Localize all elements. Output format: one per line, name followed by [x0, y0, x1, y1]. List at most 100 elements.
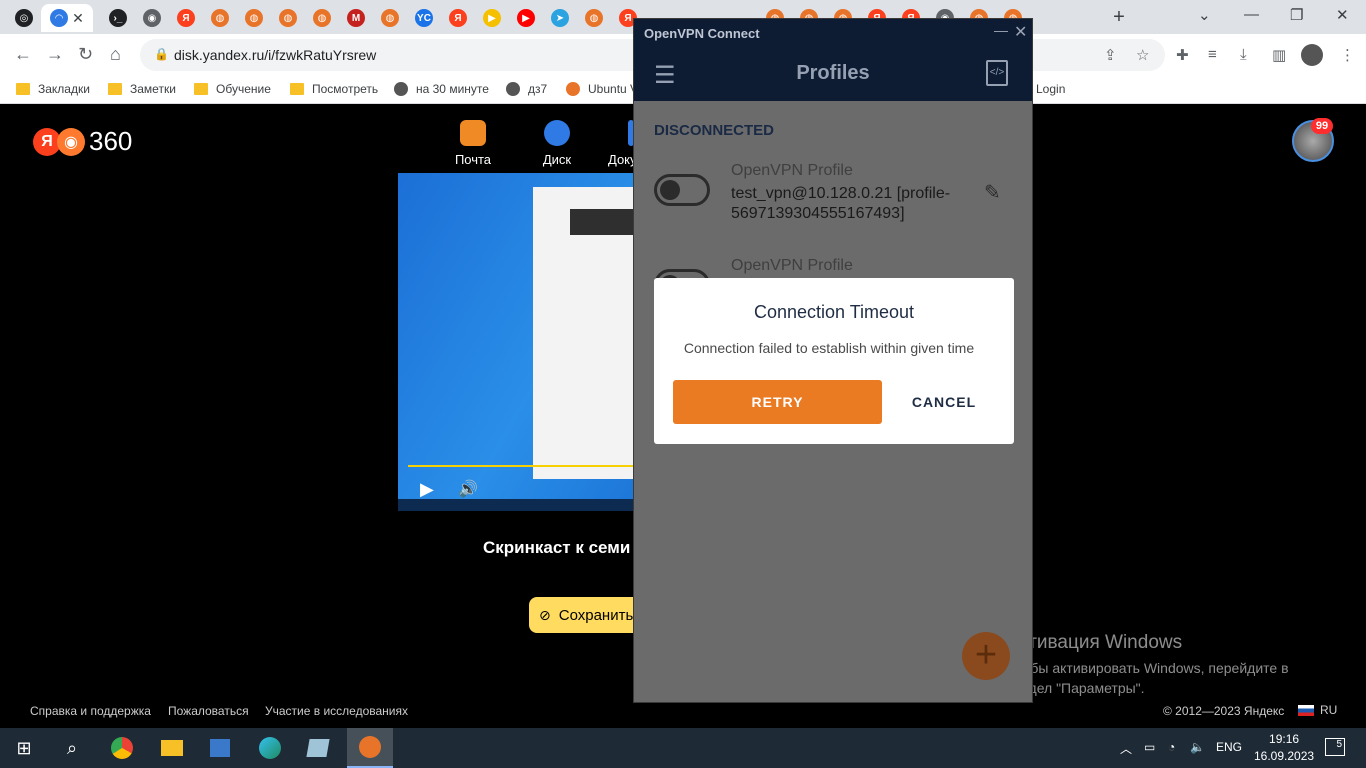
- new-tab-button[interactable]: +: [1106, 5, 1132, 29]
- share-icon[interactable]: ⇪: [1104, 46, 1117, 64]
- toggle-knob: [660, 180, 680, 200]
- youtube-tab[interactable]: ▶: [509, 4, 543, 32]
- footer-link-report[interactable]: Пожаловаться: [168, 704, 249, 718]
- profile-avatar[interactable]: [1301, 44, 1323, 66]
- yandex-tab[interactable]: Я: [441, 4, 475, 32]
- bookmark-item[interactable]: Заметки: [108, 82, 176, 96]
- retry-button[interactable]: RETRY: [673, 380, 882, 424]
- openai-tab[interactable]: ◎: [7, 4, 41, 32]
- footer-link-help[interactable]: Справка и поддержка: [30, 704, 151, 718]
- yandex-favicon-icon: Я: [177, 9, 195, 27]
- close-tab-icon[interactable]: ✕: [72, 10, 84, 27]
- profile-toggle[interactable]: [654, 174, 710, 206]
- video-player[interactable]: ▶ 🔊: [398, 173, 634, 511]
- openvpn-favicon-icon: ◍: [211, 9, 229, 27]
- input-language[interactable]: ENG: [1216, 740, 1242, 754]
- terminal-tab[interactable]: ›_: [101, 4, 135, 32]
- gmail-tab[interactable]: M: [339, 4, 373, 32]
- bookmark-item[interactable]: Ubuntu V: [566, 82, 638, 96]
- bookmark-item[interactable]: Закладки: [16, 82, 90, 96]
- openvpn-tab[interactable]: ◍: [577, 4, 611, 32]
- bookmark-item[interactable]: дз7: [506, 82, 547, 96]
- network-app-icon[interactable]: [206, 734, 234, 762]
- volume-tray-icon[interactable]: 🔈: [1190, 740, 1205, 754]
- search-icon[interactable]: ⌕: [58, 734, 86, 762]
- reload-icon[interactable]: ↻: [78, 44, 93, 65]
- save-button[interactable]: ⊘ Сохранить: [529, 597, 639, 633]
- yc-tab[interactable]: YC: [407, 4, 441, 32]
- telegram-favicon-icon: ➤: [551, 9, 569, 27]
- close-window-icon[interactable]: ✕: [1336, 6, 1349, 24]
- openvpn-tab[interactable]: ◍: [203, 4, 237, 32]
- tab-search-icon[interactable]: ⌄: [1198, 6, 1211, 24]
- openvpn-titlebar[interactable]: OpenVPN Connect — ✕: [634, 19, 1032, 47]
- russia-flag-icon: [1298, 704, 1314, 716]
- openvpn-favicon-icon: ◍: [279, 9, 297, 27]
- extensions-icon[interactable]: ✚: [1176, 46, 1189, 64]
- windows-start-icon[interactable]: ⊞: [10, 734, 38, 762]
- openai-favicon-icon: ◎: [15, 9, 33, 27]
- app-icon[interactable]: [304, 734, 332, 762]
- openvpn-taskbar-icon[interactable]: [347, 728, 393, 768]
- side-panel-icon[interactable]: ▥: [1272, 46, 1286, 64]
- yandex-tab[interactable]: Я: [169, 4, 203, 32]
- profile-description: test_vpn@10.128.0.21 [profile-5697139304…: [731, 185, 951, 222]
- connection-timeout-dialog: Connection Timeout Connection failed to …: [654, 278, 1014, 444]
- openvpn-favicon-icon: ◍: [313, 9, 331, 27]
- service-mail[interactable]: Почта: [443, 120, 503, 167]
- folder-icon: [194, 83, 208, 95]
- openvpn-tab[interactable]: ◍: [237, 4, 271, 32]
- url-text[interactable]: disk.yandex.ru/i/fzwkRatuYrsrew: [174, 47, 376, 63]
- globe-tab[interactable]: ◉: [135, 4, 169, 32]
- bookmark-item[interactable]: на 30 минуте: [394, 82, 489, 96]
- restore-icon[interactable]: ❐: [1290, 6, 1303, 24]
- folder-icon: [16, 83, 30, 95]
- connection-status: DISCONNECTED: [654, 122, 775, 139]
- battery-icon[interactable]: ▭: [1144, 740, 1155, 754]
- language-switcher[interactable]: RU: [1298, 703, 1337, 717]
- service-disk[interactable]: Диск: [527, 120, 587, 167]
- yandex-disk-tab[interactable]: ◠ ✕: [41, 4, 93, 32]
- bookmark-login[interactable]: Login: [1036, 82, 1065, 96]
- menu-dots-icon[interactable]: ⋮: [1340, 46, 1355, 64]
- notification-center-icon[interactable]: 5: [1325, 738, 1345, 756]
- play-icon[interactable]: ▶: [420, 479, 434, 500]
- add-profile-button[interactable]: +: [962, 632, 1010, 680]
- edge-icon[interactable]: [256, 734, 284, 762]
- gmail-favicon-icon: M: [347, 9, 365, 27]
- openvpn-minimize-icon[interactable]: —: [994, 22, 1008, 38]
- bookmark-item[interactable]: Посмотреть: [290, 82, 378, 96]
- yandex-music-tab[interactable]: ▶: [475, 4, 509, 32]
- back-icon[interactable]: ←: [14, 44, 32, 65]
- openvpn-tab[interactable]: ◍: [305, 4, 339, 32]
- bookmark-item[interactable]: Обучение: [194, 82, 271, 96]
- service-docs[interactable]: Доку: [600, 120, 633, 167]
- video-progress-bar[interactable]: [408, 465, 634, 467]
- import-profile-icon[interactable]: </>: [986, 60, 1008, 86]
- openvpn-close-icon[interactable]: ✕: [1014, 22, 1027, 42]
- footer-link-research[interactable]: Участие в исследованиях: [265, 704, 408, 718]
- openvpn-tab[interactable]: ◍: [271, 4, 305, 32]
- clock[interactable]: 19:16 16.09.2023: [1254, 731, 1314, 765]
- network-icon[interactable]: ◔: [1168, 740, 1175, 754]
- download-icon[interactable]: ⤓: [1240, 46, 1247, 63]
- telegram-tab[interactable]: ➤: [543, 4, 577, 32]
- edit-pencil-icon[interactable]: ✎: [984, 180, 1001, 205]
- minimize-icon[interactable]: —: [1244, 6, 1259, 23]
- home-icon[interactable]: ⌂: [110, 44, 121, 65]
- chrome-icon[interactable]: [108, 734, 136, 762]
- yandex-360-logo[interactable]: Я ◉ 360: [33, 126, 132, 157]
- volume-icon[interactable]: 🔊: [458, 479, 478, 499]
- forward-icon[interactable]: →: [46, 44, 64, 65]
- bookmark-star-icon[interactable]: ☆: [1136, 46, 1149, 64]
- logo-number: 360: [89, 126, 133, 156]
- cancel-button[interactable]: CANCEL: [904, 380, 984, 424]
- 360-logo-icon: ◉: [57, 127, 85, 156]
- yandex-favicon-icon: Я: [449, 9, 467, 27]
- file-explorer-icon[interactable]: [158, 734, 186, 762]
- youtube-favicon-icon: ▶: [517, 9, 535, 27]
- openvpn-tab[interactable]: ◍: [373, 4, 407, 32]
- media-icon[interactable]: ≡: [1208, 46, 1217, 63]
- tray-chevron-icon[interactable]: ︿: [1120, 740, 1132, 757]
- lock-icon[interactable]: 🔒: [154, 47, 169, 61]
